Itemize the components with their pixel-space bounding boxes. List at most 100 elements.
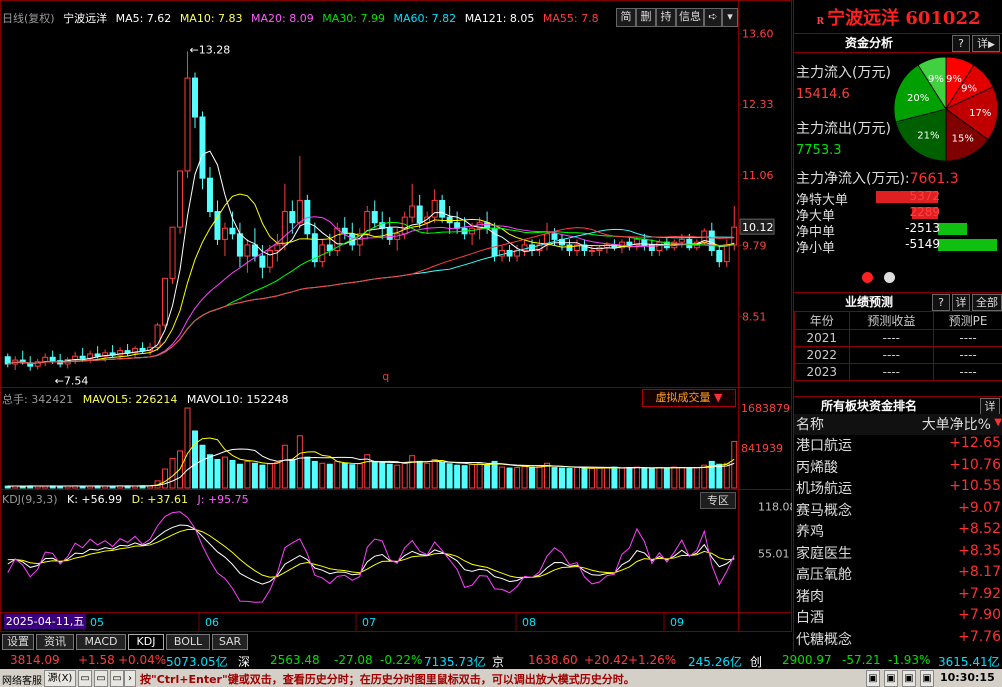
- tray-icon[interactable]: ▣: [866, 670, 880, 687]
- sector-row[interactable]: 港口航运 +12.65: [794, 435, 1002, 456]
- order-row-value: 2289: [909, 205, 940, 219]
- chevron-icon[interactable]: ›: [124, 670, 136, 687]
- volume-header: 总手: 342421 MAVOL5: 226214 MAVOL10: 15224…: [2, 391, 294, 407]
- sector-row[interactable]: 赛马概念 +9.07: [794, 500, 1002, 521]
- ma20-line: [7, 216, 735, 365]
- volume-bar: [326, 463, 333, 489]
- ma10-label: MA10: 7.83: [179, 12, 243, 25]
- tray-icon[interactable]: ▣: [884, 670, 898, 687]
- main-chart-svg[interactable]: 13.60 12.33 11.06 10.12 9.79 8.51 ←13.28 ←7.54 q…: [0, 0, 792, 632]
- sector-row[interactable]: 代糖概念 +7.76: [794, 629, 1002, 650]
- sector-row[interactable]: 机场航运 +10.55: [794, 478, 1002, 499]
- tab-settings[interactable]: 设置: [2, 634, 34, 650]
- mavol10-line: [7, 448, 735, 487]
- page-dot-active[interactable]: [862, 272, 873, 283]
- stock-name: 宁波远洋: [63, 12, 108, 25]
- candle-body: [723, 244, 730, 263]
- volume-bar: [641, 467, 648, 489]
- kdj-tick-label: 55.01: [758, 548, 790, 561]
- forecast-col-eps: 预测收益: [848, 311, 935, 330]
- volume-bar: [506, 467, 513, 489]
- index2-value: 2563.48: [270, 653, 320, 667]
- price-tick-label: 9.79: [742, 239, 767, 252]
- source-button[interactable]: 源(X): [44, 670, 76, 687]
- window-icon[interactable]: ▭: [94, 670, 108, 687]
- tab-sar[interactable]: SAR: [212, 634, 248, 650]
- net-inflow-label: 主力净流入(万元):: [796, 171, 910, 187]
- sector-value: +8.52: [958, 521, 1001, 537]
- fund-pie-chart: 9%9%17%15%21%20%9%: [893, 56, 999, 162]
- sector-name: 高压氧舱: [796, 567, 852, 583]
- window-icon[interactable]: ▭: [78, 670, 92, 687]
- sector-col-name: 名称: [796, 417, 824, 433]
- order-flow-bar: [938, 223, 967, 235]
- volume-bar: [199, 444, 206, 489]
- ma121-label: MA121: 8.05: [464, 12, 535, 25]
- forecast-col-year: 年份: [794, 311, 850, 330]
- candle-body: [94, 353, 101, 357]
- hint-text: 按"Ctrl+Enter"键或双击，查看历史分时；在历史分时图里鼠标双击，可以调…: [140, 673, 635, 686]
- sector-row[interactable]: 白酒 +7.90: [794, 607, 1002, 628]
- forecast-detail-button[interactable]: 详: [952, 294, 970, 311]
- volume-bar: [311, 460, 318, 489]
- candle-body: [49, 356, 56, 362]
- customer-service-link[interactable]: 网络客服: [2, 672, 42, 687]
- table-cell: ----: [848, 329, 935, 347]
- candle-body: [446, 216, 453, 224]
- candle-body: [566, 244, 573, 251]
- candle-body: [251, 244, 258, 257]
- sector-row[interactable]: 养鸡 +8.52: [794, 521, 1002, 542]
- collapse-icon[interactable]: ➪: [704, 8, 722, 27]
- candle-body: [454, 222, 461, 229]
- sector-row[interactable]: 丙烯酸 +10.76: [794, 457, 1002, 478]
- delete-button[interactable]: 删: [636, 8, 656, 27]
- tray-icon[interactable]: ▣: [902, 670, 916, 687]
- tab-news[interactable]: 资讯: [36, 634, 74, 650]
- dropdown-icon[interactable]: ▾: [722, 8, 738, 27]
- chart-area[interactable]: 13.60 12.33 11.06 10.12 9.79 8.51 ←13.28 ←7.54 q…: [0, 0, 792, 632]
- sector-row[interactable]: 猪肉 +7.92: [794, 586, 1002, 607]
- zone-button[interactable]: 专区: [700, 492, 736, 509]
- candle-body: [409, 205, 416, 218]
- volume-bar: [566, 468, 573, 489]
- volume-bar: [656, 467, 663, 489]
- volume-bar: [251, 462, 258, 489]
- hold-button[interactable]: 持: [656, 8, 676, 27]
- sector-row[interactable]: 高压氧舱 +8.17: [794, 564, 1002, 585]
- forecast-all-button[interactable]: 全部: [972, 294, 1002, 311]
- simple-button[interactable]: 简: [616, 8, 636, 27]
- tray-icon[interactable]: ▣: [920, 670, 934, 687]
- sector-name: 赛马概念: [796, 502, 852, 519]
- sector-value: +7.90: [958, 607, 1001, 623]
- volume-bar: [296, 435, 303, 489]
- volume-bar: [544, 462, 551, 489]
- volume-bar: [693, 467, 700, 489]
- info-button[interactable]: 信息: [676, 8, 704, 27]
- detail-button[interactable]: 详▶: [972, 35, 1000, 52]
- index4-amount: 3615.41亿: [938, 655, 1000, 669]
- candle-body: [708, 230, 715, 251]
- index2-tag: 京: [492, 655, 505, 669]
- sector-col-value[interactable]: 大单净比%: [922, 414, 991, 434]
- tab-macd[interactable]: MACD: [76, 634, 126, 650]
- virtual-volume-button[interactable]: 虚拟成交量 ▼: [642, 389, 736, 407]
- sector-detail-button[interactable]: 详: [980, 398, 1000, 415]
- stock-title-text: 宁波远洋 601022: [827, 8, 981, 29]
- volume-bar: [281, 444, 288, 489]
- tab-kdj[interactable]: KDJ: [128, 634, 164, 650]
- volume-bar: [723, 462, 730, 489]
- forecast-help-button[interactable]: ?: [932, 294, 950, 311]
- vol-total: 总手: 342421: [2, 393, 74, 406]
- kdj-k: K: +56.99: [67, 493, 123, 506]
- sort-down-icon[interactable]: ▼: [994, 417, 1002, 428]
- volume-bar: [184, 407, 191, 489]
- candle-body: [274, 244, 281, 251]
- tab-boll[interactable]: BOLL: [166, 634, 210, 650]
- window-icon[interactable]: ▭: [110, 670, 124, 687]
- volume-bar: [603, 467, 610, 489]
- page-dot[interactable]: [884, 272, 895, 283]
- volume-bar: [686, 467, 693, 489]
- sector-row[interactable]: 家庭医生 +8.35: [794, 543, 1002, 564]
- help-button[interactable]: ?: [952, 35, 970, 52]
- candle-body: [678, 238, 685, 243]
